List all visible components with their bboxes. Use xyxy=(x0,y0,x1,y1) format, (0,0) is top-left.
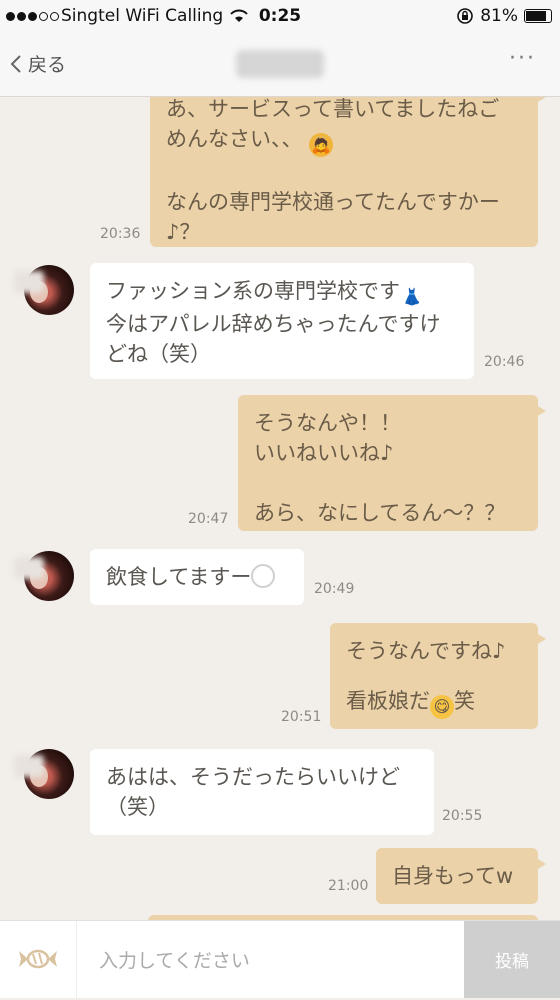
back-label: 戻る xyxy=(28,54,67,76)
message-timestamp: 20:55 xyxy=(442,808,483,824)
message-text: 飲食してますー xyxy=(106,562,288,592)
avatar-blur xyxy=(14,755,44,777)
back-chevron-icon xyxy=(10,54,21,73)
message-timestamp: 20:46 xyxy=(484,354,525,370)
message-text: いいねいいね♪ xyxy=(254,441,394,465)
message-text: 今はアパレル辞めちゃったんですけ xyxy=(106,312,441,336)
message-text: （笑） xyxy=(106,795,169,819)
message-input[interactable] xyxy=(77,921,461,1000)
message-text: そうなんですね♪ xyxy=(346,639,506,663)
message-bubble-received: 飲食してますー xyxy=(90,549,304,605)
message-text: 看板娘だ 😋 笑 xyxy=(346,686,522,719)
message-text: ♪？ xyxy=(166,220,201,244)
yum-emoji: 😋 xyxy=(430,695,454,719)
chat-area[interactable]: あ、サービスって書いてましたねご めんなさい、、 🙇 なんの専門学校通ってたんで… xyxy=(0,97,560,920)
plate-emoji xyxy=(251,564,276,588)
message-bubble-received: ファッション系の専門学校です 👗 今はアパレル辞めちゃったんですけ どね（笑） xyxy=(90,263,474,379)
status-right: 81% xyxy=(456,6,552,26)
message-text: あら、なにしてるん〜？？ xyxy=(254,501,506,525)
avatar-blur xyxy=(14,557,44,579)
avatar-blur xyxy=(14,271,44,293)
message-bubble-received: あはは、そうだったらいいけど （笑） xyxy=(90,749,434,835)
message-text: あ、サービスって書いてましたねご xyxy=(166,97,500,121)
message-text: そうなんや！！ xyxy=(254,411,401,435)
message-text: どね（笑） xyxy=(106,342,211,366)
message-bubble-sent: そうなんや！！ いいねいいね♪ あら、なにしてるん〜？？ xyxy=(238,395,546,531)
more-button[interactable]: ··· xyxy=(509,46,536,71)
message-input-bar: 投稿 xyxy=(0,920,560,1000)
message-timestamp: 21:00 xyxy=(328,878,369,894)
lock-rotation-icon xyxy=(457,8,474,24)
candy-icon[interactable] xyxy=(16,945,60,973)
nav-bar: 戻る ··· xyxy=(0,32,560,97)
battery-icon xyxy=(524,9,552,23)
message-field-wrap xyxy=(76,921,465,1000)
bow-emoji: 🙇 xyxy=(309,133,334,157)
message-text: ファッション系の専門学校です 👗 xyxy=(106,276,458,309)
message-text: あはは、そうだったらいいけど xyxy=(106,765,400,789)
message-bubble-sent: 自身もってw xyxy=(376,848,546,904)
message-timestamp: 20:51 xyxy=(281,709,322,725)
message-bubble-sent: そうなんですね♪ 看板娘だ 😋 笑 xyxy=(330,623,546,729)
message-timestamp: 20:36 xyxy=(100,226,141,242)
post-button[interactable]: 投稿 xyxy=(464,921,560,998)
battery-percent: 81% xyxy=(480,6,518,26)
message-bubble-sent: あ、サービスって書いてましたねご めんなさい、、 🙇 なんの専門学校通ってたんで… xyxy=(150,97,546,247)
status-bar: Singtel WiFi Calling 0:25 81% xyxy=(0,0,560,32)
message-timestamp: 20:47 xyxy=(188,511,229,527)
post-label: 投稿 xyxy=(495,952,529,972)
message-text: めんなさい、、 🙇 xyxy=(166,124,522,157)
dress-emoji: 👗 xyxy=(402,287,422,306)
message-text: 自身もってw xyxy=(392,864,514,888)
more-icon: ··· xyxy=(509,46,536,71)
message-timestamp: 20:49 xyxy=(314,581,355,597)
back-button[interactable]: 戻る xyxy=(10,50,66,77)
contact-name-blurred xyxy=(236,50,324,78)
message-text: なんの専門学校通ってたんですかー xyxy=(166,190,500,214)
